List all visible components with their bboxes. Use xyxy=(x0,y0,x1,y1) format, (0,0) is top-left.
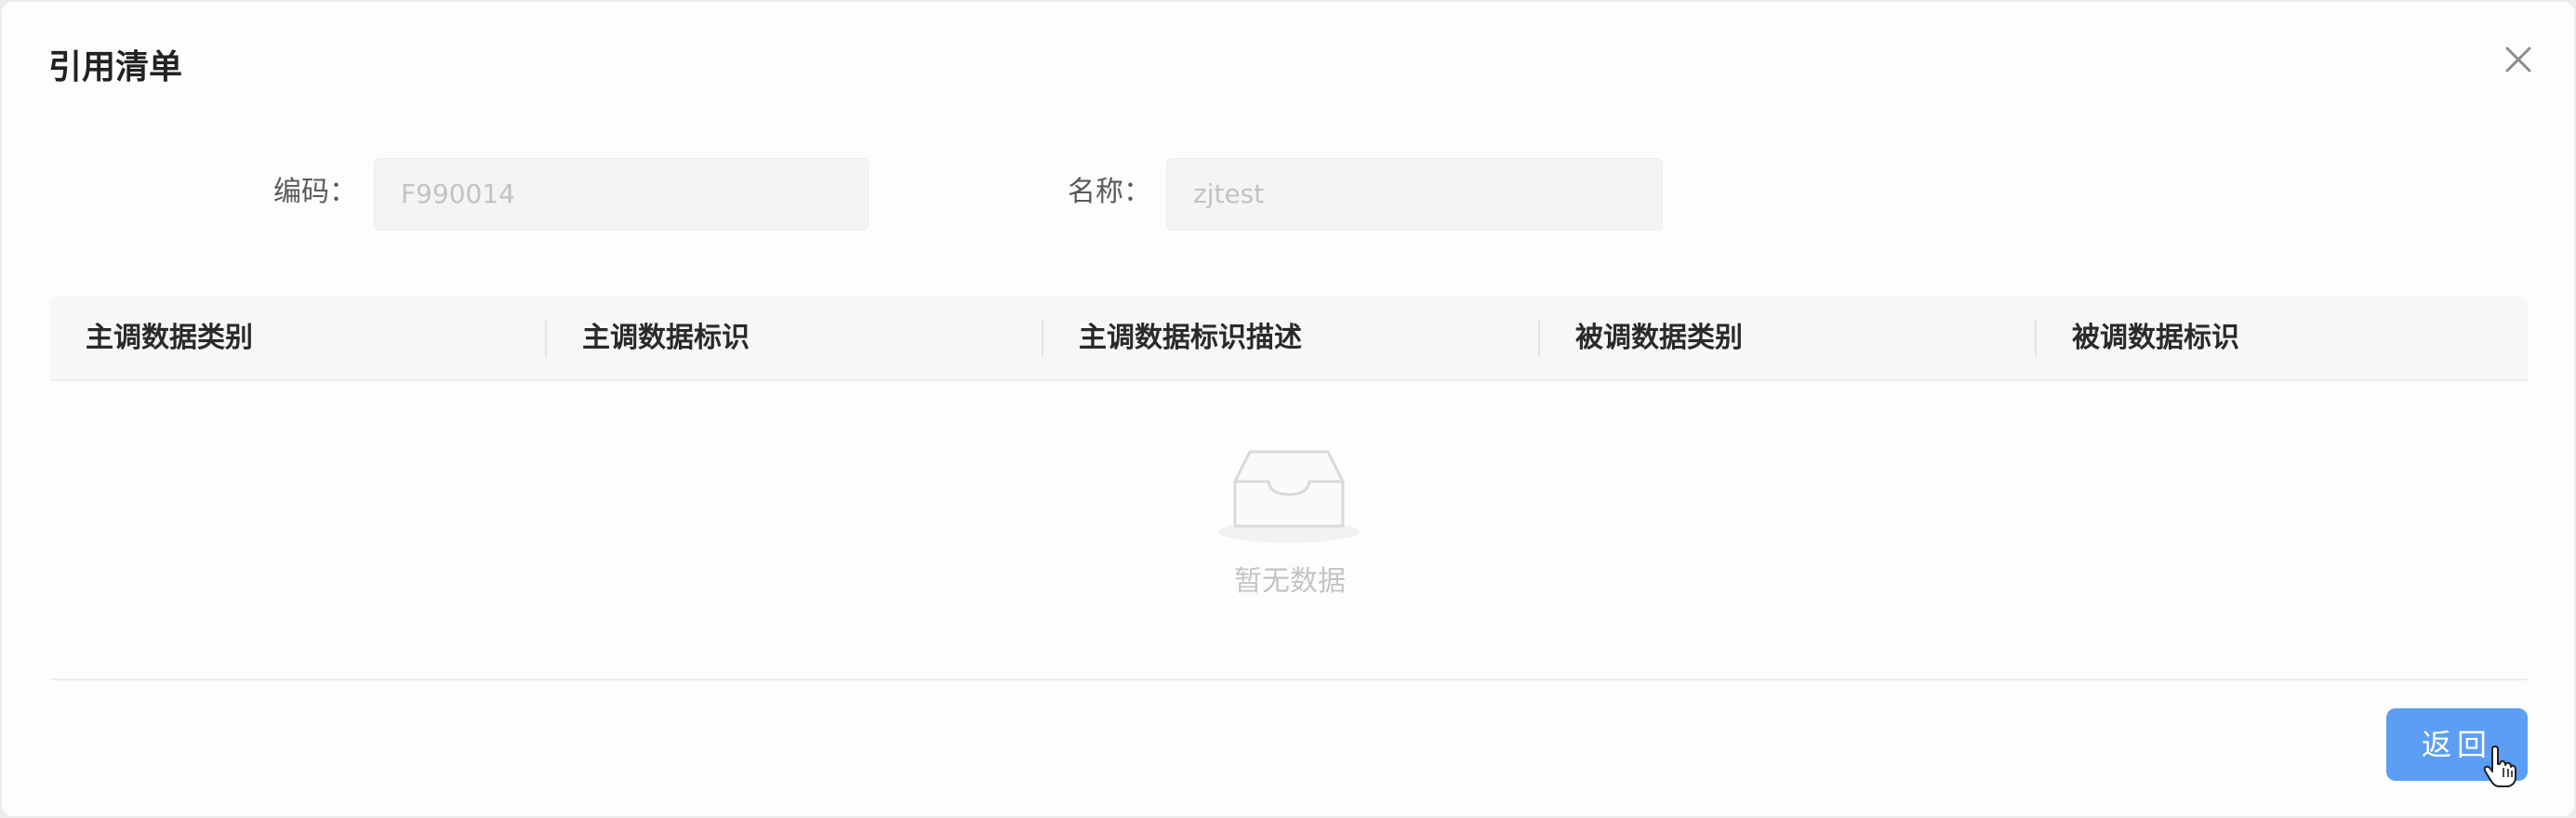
dialog-title: 引用清单 xyxy=(48,48,183,86)
inbox-icon xyxy=(1218,450,1360,543)
table-header: 主调数据类别 主调数据标识 主调数据标识描述 被调数据类别 被调数据标识 xyxy=(50,296,2528,381)
code-label: 编码： xyxy=(273,176,357,208)
name-field[interactable]: zjtest xyxy=(1166,158,1663,231)
column-header-callee-id[interactable]: 被调数据标识 xyxy=(2037,296,2528,381)
close-icon xyxy=(2505,46,2531,73)
hand-cursor-icon xyxy=(2481,745,2518,788)
footer-divider xyxy=(50,679,2528,680)
code-field[interactable]: F990014 xyxy=(374,158,869,231)
reference-list-dialog: 引用清单 编码： F990014 名称： zjtest 主调数据类别 主调数据标… xyxy=(2,2,2574,816)
column-header-caller-id-desc[interactable]: 主调数据标识描述 xyxy=(1043,296,1538,381)
column-header-callee-category[interactable]: 被调数据类别 xyxy=(1540,296,2035,381)
name-label: 名称： xyxy=(1068,176,1151,208)
empty-state-text: 暂无数据 xyxy=(1234,565,1346,598)
close-button[interactable] xyxy=(2502,43,2535,76)
column-header-caller-id[interactable]: 主调数据标识 xyxy=(547,296,1042,381)
column-header-caller-category[interactable]: 主调数据类别 xyxy=(50,296,545,381)
empty-state-icon xyxy=(1215,444,1363,545)
